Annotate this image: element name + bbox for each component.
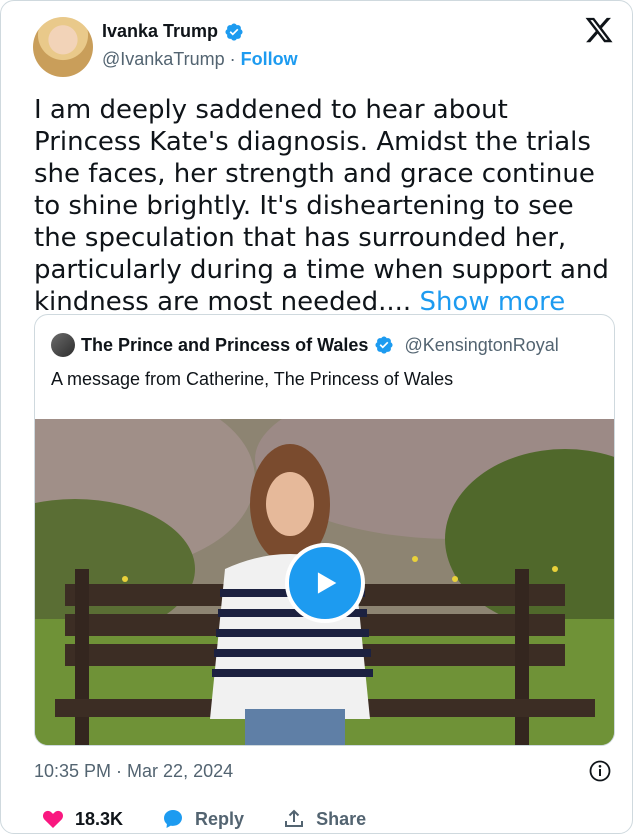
author-name-row: Ivanka Trump bbox=[102, 21, 244, 42]
author-name[interactable]: Ivanka Trump bbox=[102, 21, 218, 42]
verified-badge-icon bbox=[225, 22, 243, 41]
tweet-body: I am deeply saddened to hear about Princ… bbox=[34, 95, 609, 317]
share-label: Share bbox=[316, 808, 367, 829]
share-button[interactable]: Share bbox=[282, 807, 366, 831]
heart-icon bbox=[42, 810, 64, 828]
reply-icon bbox=[164, 810, 183, 828]
play-button[interactable] bbox=[285, 543, 365, 623]
quoted-text: A message from Catherine, The Princess o… bbox=[51, 369, 454, 389]
quoted-tweet[interactable]: The Prince and Princess of Wales @Kensin… bbox=[34, 314, 615, 746]
video-player[interactable] bbox=[35, 419, 614, 745]
author-avatar[interactable] bbox=[33, 17, 93, 77]
x-logo-icon[interactable] bbox=[584, 15, 614, 45]
tweet-text: I am deeply saddened to hear about Princ… bbox=[34, 94, 614, 318]
tweet-timestamp[interactable]: 10:35 PM · Mar 22, 2024 bbox=[34, 761, 233, 782]
follow-button[interactable]: Follow bbox=[241, 49, 298, 69]
quoted-header: The Prince and Princess of Wales @Kensin… bbox=[51, 333, 559, 357]
share-icon bbox=[285, 809, 304, 827]
quoted-avatar bbox=[51, 333, 75, 357]
like-count: 18.3K bbox=[75, 808, 124, 829]
reply-label: Reply bbox=[195, 808, 245, 829]
like-button[interactable]: 18.3K bbox=[41, 807, 123, 831]
quoted-author-handle: @KensingtonRoyal bbox=[404, 334, 559, 355]
info-icon[interactable] bbox=[588, 759, 612, 783]
reply-button[interactable]: Reply bbox=[161, 807, 244, 831]
tweet-card: Ivanka Trump @IvankaTrump · Follow I am … bbox=[0, 0, 633, 834]
quoted-verified-badge-icon bbox=[375, 336, 393, 354]
tweet-actions: 18.3K Reply Share bbox=[41, 807, 366, 831]
author-handle[interactable]: @IvankaTrump bbox=[102, 49, 225, 69]
handle-separator: · bbox=[224, 49, 241, 69]
author-handle-row: @IvankaTrump · Follow bbox=[102, 49, 298, 70]
quoted-author-name: The Prince and Princess of Wales bbox=[81, 334, 369, 355]
show-more-link[interactable]: Show more bbox=[419, 287, 565, 317]
play-icon bbox=[317, 572, 337, 594]
